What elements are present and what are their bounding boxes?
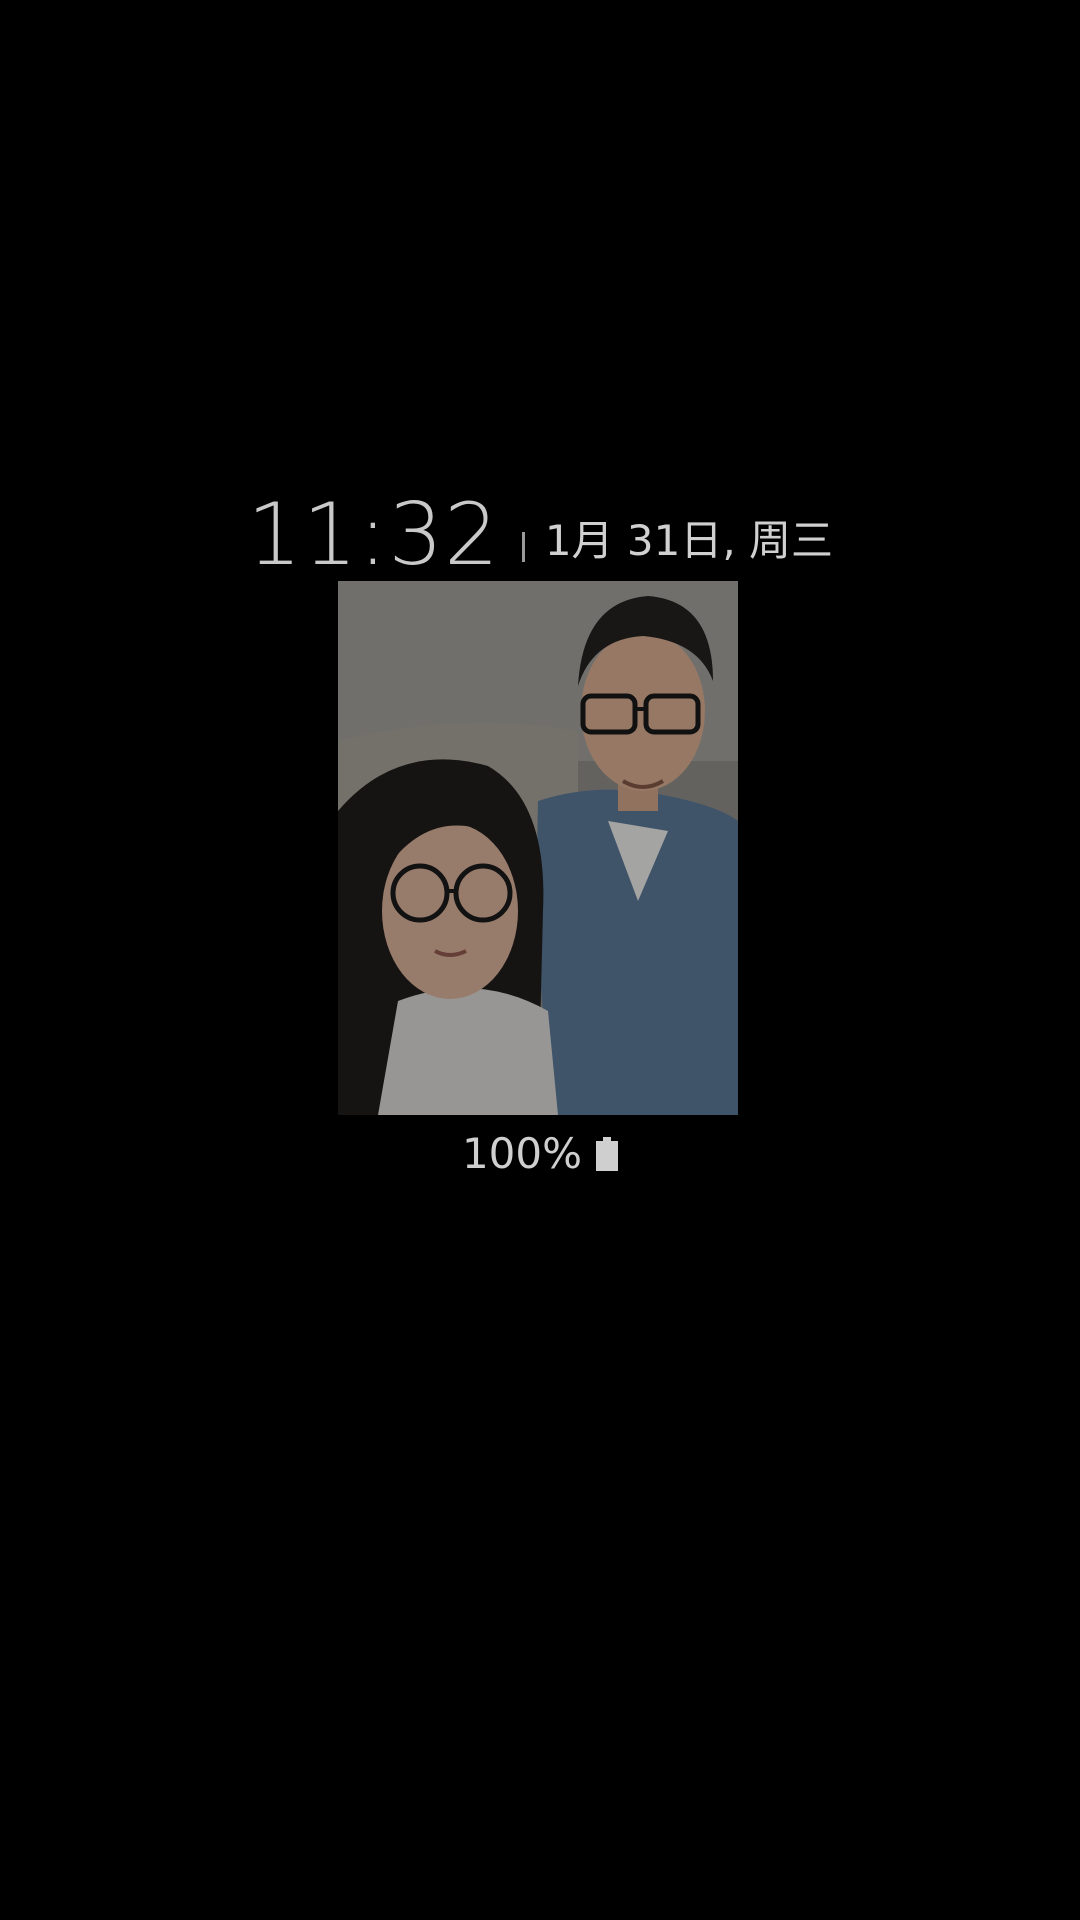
always-on-display-screen: 11:32 1月 31日, 周三 100% [0,0,1080,1920]
date-label: 1月 31日, 周三 [544,516,834,565]
photo-illustration [338,581,738,1115]
clock-time: 11:32 [246,485,500,585]
battery-percentage: 100% [461,1129,583,1178]
clock-date-row: 11:32 1月 31日, 周三 [0,488,1080,578]
separator [521,532,525,562]
battery-full-icon [596,1137,619,1171]
battery-status: 100% [0,1132,1080,1176]
wallpaper-photo [338,581,738,1115]
